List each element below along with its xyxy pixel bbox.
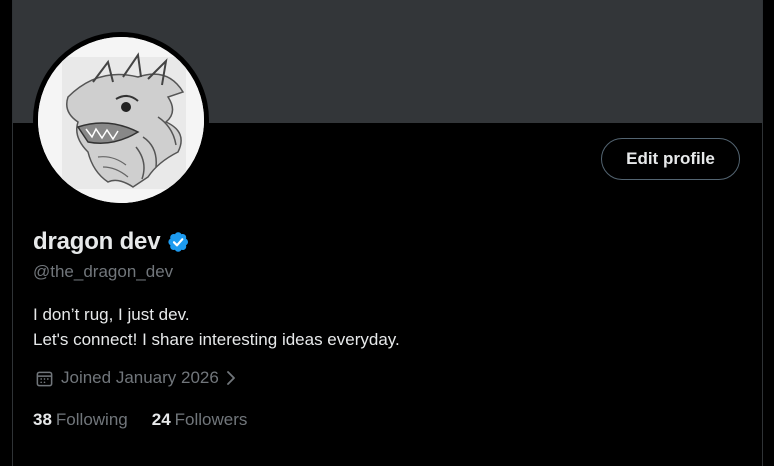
profile-header: Edit profile dragon dev @the_dragon_dev … xyxy=(12,0,763,466)
following-label: Following xyxy=(55,410,128,429)
joined-date-text: Joined January 2026 xyxy=(61,368,219,387)
avatar[interactable] xyxy=(38,37,204,203)
followers-link[interactable]: 24 Followers xyxy=(152,410,248,430)
verified-badge-icon[interactable] xyxy=(166,230,190,254)
edit-profile-button[interactable]: Edit profile xyxy=(601,138,740,180)
name-row: dragon dev xyxy=(33,228,190,256)
left-gutter xyxy=(0,0,12,466)
dragon-avatar-image xyxy=(38,37,204,203)
joined-date-row[interactable]: Joined January 2026 xyxy=(35,368,237,388)
follow-stats: 38 Following 24 Followers xyxy=(33,410,271,430)
bio-line: Let's connect! I share interesting ideas… xyxy=(33,330,400,349)
followers-count: 24 xyxy=(151,410,171,429)
avatar-frame xyxy=(33,32,209,208)
calendar-icon xyxy=(35,369,54,388)
display-name: dragon dev xyxy=(33,228,161,255)
edit-profile-label: Edit profile xyxy=(626,149,715,168)
followers-label: Followers xyxy=(174,410,248,429)
bio: I don’t rug, I just dev. Let's connect! … xyxy=(33,302,400,352)
following-count: 38 xyxy=(33,410,52,429)
chevron-right-icon xyxy=(225,369,237,387)
bio-line: I don’t rug, I just dev. xyxy=(33,305,190,324)
user-handle: @the_dragon_dev xyxy=(33,262,174,281)
following-link[interactable]: 38 Following xyxy=(33,410,128,430)
